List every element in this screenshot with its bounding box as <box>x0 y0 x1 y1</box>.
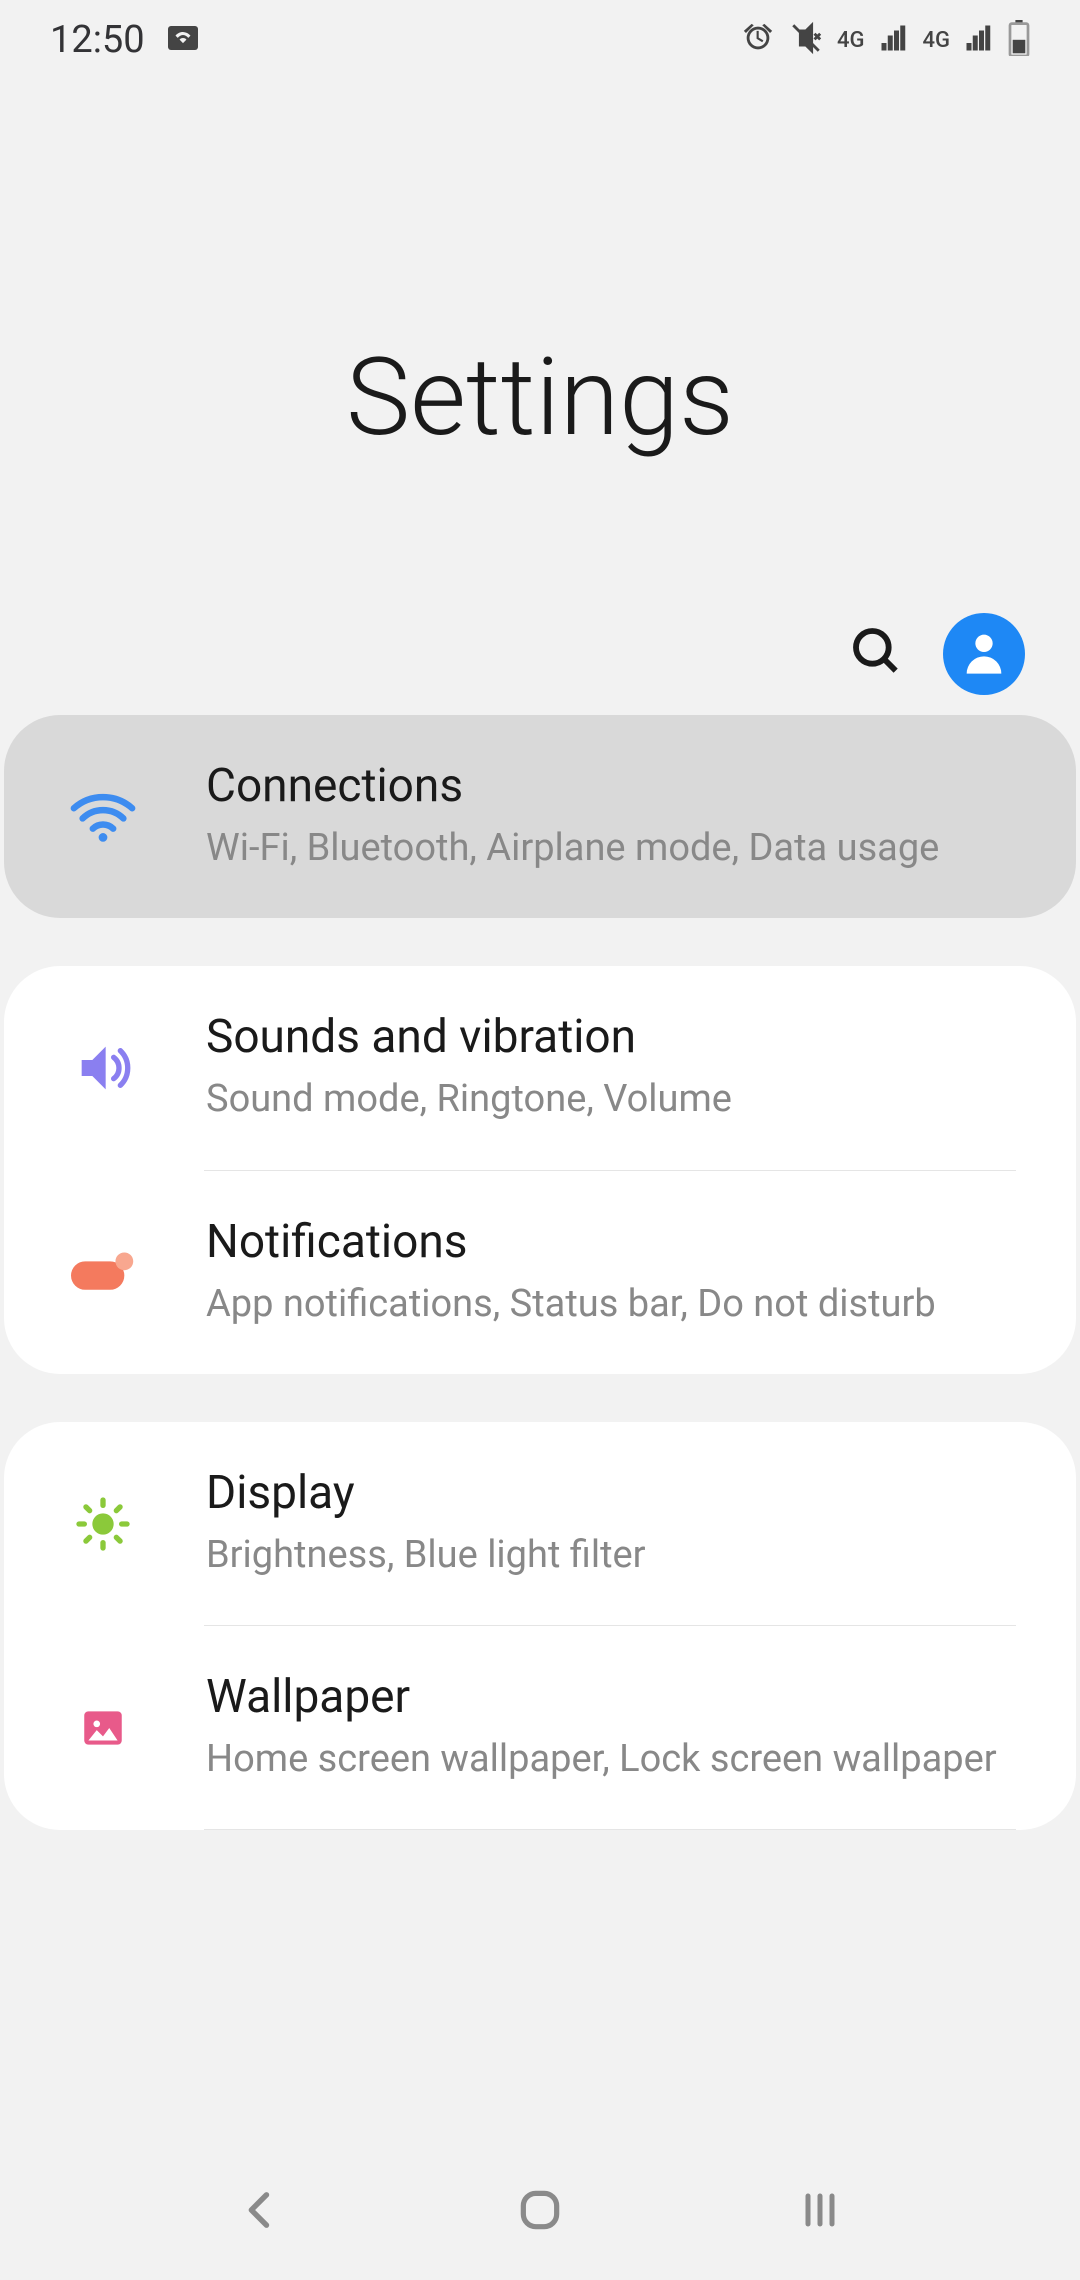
speaker-icon <box>58 1036 148 1100</box>
wifi-icon <box>165 20 201 60</box>
alarm-icon <box>741 21 775 59</box>
item-subtitle: Wi-Fi, Bluetooth, Airplane mode, Data us… <box>206 823 1016 874</box>
settings-list: Connections Wi-Fi, Bluetooth, Airplane m… <box>0 715 1080 1830</box>
status-bar: 12:50 4G 4G <box>0 0 1080 80</box>
item-title: Notifications <box>206 1215 1016 1269</box>
item-title: Connections <box>206 759 1016 813</box>
search-button[interactable] <box>849 624 905 684</box>
signal-icon-1 <box>879 23 909 57</box>
back-button[interactable] <box>220 2172 300 2252</box>
vibrate-mute-icon <box>789 21 823 59</box>
item-subtitle: Sound mode, Ringtone, Volume <box>206 1074 1016 1125</box>
profile-button[interactable] <box>943 613 1025 695</box>
recents-button[interactable] <box>780 2172 860 2252</box>
menu-lines-icon <box>796 2186 844 2238</box>
item-wallpaper[interactable]: Wallpaper Home screen wallpaper, Lock sc… <box>4 1626 1076 1829</box>
battery-icon <box>1008 20 1030 60</box>
brightness-icon <box>58 1492 148 1556</box>
item-title: Display <box>206 1466 1016 1520</box>
toggle-icon <box>58 1250 148 1294</box>
item-sounds[interactable]: Sounds and vibration Sound mode, Rington… <box>4 966 1076 1169</box>
chevron-left-icon <box>234 2184 286 2240</box>
search-icon <box>849 624 905 684</box>
person-icon <box>958 626 1010 682</box>
item-title: Sounds and vibration <box>206 1010 1016 1064</box>
item-title: Wallpaper <box>206 1670 1016 1724</box>
item-connections[interactable]: Connections Wi-Fi, Bluetooth, Airplane m… <box>4 715 1076 918</box>
navigation-bar <box>0 2160 1080 2280</box>
item-subtitle: Brightness, Blue light filter <box>206 1530 1016 1581</box>
item-notifications[interactable]: Notifications App notifications, Status … <box>4 1171 1076 1374</box>
network-label-1: 4G <box>837 28 865 53</box>
card-connections: Connections Wi-Fi, Bluetooth, Airplane m… <box>4 715 1076 918</box>
status-time: 12:50 <box>50 18 145 62</box>
wifi-icon <box>58 782 148 852</box>
header: Settings <box>0 80 1080 715</box>
image-icon <box>58 1703 148 1753</box>
divider <box>204 1829 1016 1830</box>
signal-icon-2 <box>964 23 994 57</box>
item-display[interactable]: Display Brightness, Blue light filter <box>4 1422 1076 1625</box>
card-display-wallpaper: Display Brightness, Blue light filter Wa… <box>4 1422 1076 1831</box>
network-label-2: 4G <box>923 28 951 53</box>
home-icon <box>515 2185 565 2239</box>
card-sounds-notifications: Sounds and vibration Sound mode, Rington… <box>4 966 1076 1374</box>
item-subtitle: App notifications, Status bar, Do not di… <box>206 1279 1016 1330</box>
page-title: Settings <box>346 335 734 461</box>
item-subtitle: Home screen wallpaper, Lock screen wallp… <box>206 1734 1016 1785</box>
home-button[interactable] <box>500 2172 580 2252</box>
